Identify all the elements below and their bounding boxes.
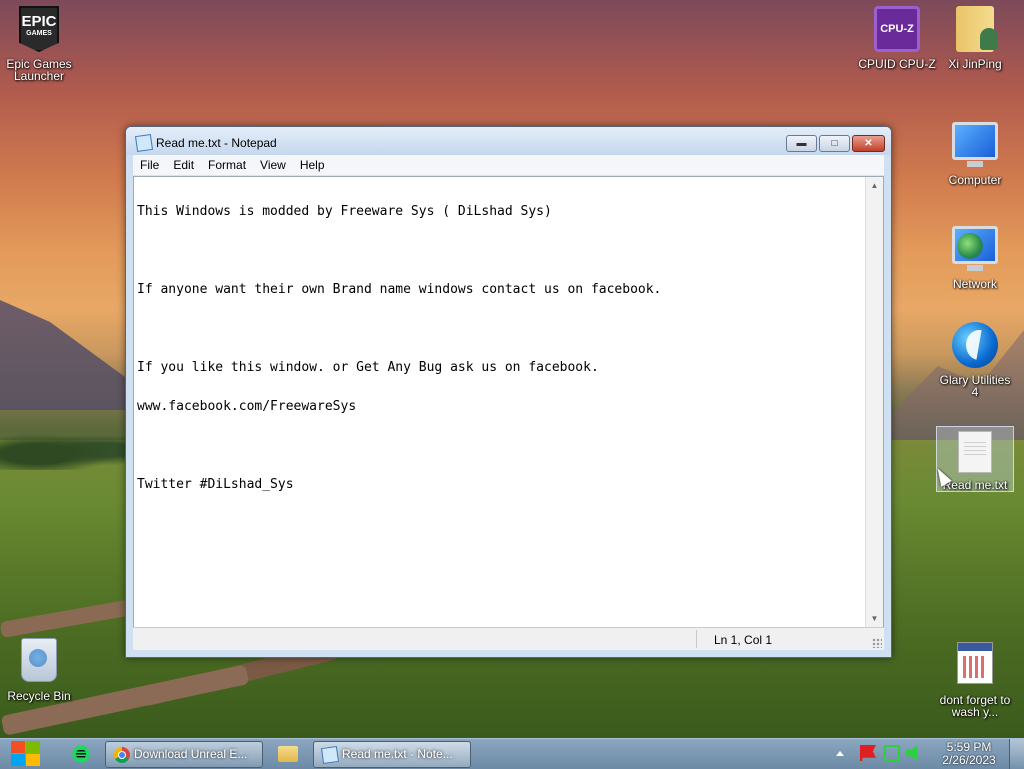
computer-icon	[952, 122, 998, 167]
maximize-icon: □	[831, 138, 838, 149]
notepad-icon	[320, 745, 340, 765]
desktop-icon-computer[interactable]: Computer	[936, 116, 1014, 186]
close-button[interactable]: ✕	[852, 135, 885, 152]
show-desktop-button[interactable]	[1009, 739, 1024, 769]
cursor-position: Ln 1, Col 1	[714, 633, 773, 647]
desktop-icon-glary-utilities[interactable]: Glary Utilities 4	[936, 322, 1014, 398]
volume-icon[interactable]	[906, 745, 918, 761]
minimize-button[interactable]: ▬	[786, 135, 817, 152]
taskbar-item-label: Read me.txt - Note...	[342, 747, 453, 761]
minimize-icon: ▬	[796, 138, 807, 149]
text-line: www.facebook.com/FreewareSys	[137, 399, 357, 414]
text-editor[interactable]: This Windows is modded by Freeware Sys (…	[133, 176, 884, 628]
desktop-icon-label: CPUID CPU-Z	[858, 57, 936, 71]
desktop-icon-epic-games[interactable]: EPIC GAMES Epic Games Launcher	[0, 6, 78, 82]
notepad-icon	[134, 133, 154, 153]
system-clock[interactable]: 5:59 PM 2/26/2023	[930, 741, 1008, 767]
desktop-icon-label: Xi JinPing	[948, 57, 1002, 71]
menu-view[interactable]: View	[253, 155, 293, 173]
desktop-icon-dont-forget[interactable]: dont forget to wash y...	[936, 638, 1014, 718]
taskbar: Download Unreal E... Read me.txt - Note.…	[0, 738, 1024, 769]
text-line: Twitter #DiLshad_Sys	[137, 477, 294, 492]
status-divider	[696, 630, 697, 648]
desktop-icon-label: Computer	[948, 173, 1002, 187]
windows-logo-icon	[26, 754, 40, 766]
menu-edit[interactable]: Edit	[166, 155, 201, 173]
maximize-button[interactable]: □	[819, 135, 850, 152]
user-folder-icon	[956, 6, 998, 52]
desktop-icon-xi-jinping[interactable]: Xi JinPing	[936, 6, 1014, 70]
desktop-icon-network[interactable]: Network	[936, 220, 1014, 290]
clock-date: 2/26/2023	[942, 753, 996, 767]
windows-logo-icon	[11, 741, 25, 753]
desktop-icon-cpuz[interactable]: CPU-Z CPUID CPU-Z	[858, 6, 936, 70]
menu-file[interactable]: File	[133, 155, 166, 173]
show-hidden-icons-icon[interactable]	[836, 751, 844, 756]
close-icon: ✕	[864, 138, 873, 149]
menu-bar: File Edit Format View Help	[133, 155, 884, 176]
text-line: If anyone want their own Brand name wind…	[137, 282, 662, 297]
wallpaper-trees	[0, 430, 125, 470]
taskbar-item-label: Download Unreal E...	[134, 747, 248, 761]
epic-games-icon: EPIC GAMES	[19, 6, 59, 52]
desktop-icon-label: Glary Utilities 4	[939, 373, 1011, 399]
scroll-up-arrow-icon[interactable]: ▲	[866, 177, 883, 194]
text-line	[137, 439, 863, 452]
title-bar[interactable]: Read me.txt - Notepad ▬ □ ✕	[126, 127, 891, 155]
file-explorer-icon[interactable]	[278, 746, 298, 762]
vertical-scrollbar[interactable]: ▲ ▼	[865, 177, 883, 627]
taskbar-item-notepad[interactable]: Read me.txt - Note...	[313, 741, 471, 768]
scroll-down-arrow-icon[interactable]: ▼	[866, 610, 883, 627]
epic-logo-subtext: GAMES	[26, 30, 52, 37]
text-line: This Windows is modded by Freeware Sys (…	[137, 204, 552, 219]
text-file-icon	[958, 431, 992, 473]
desktop-icon-recycle-bin[interactable]: Recycle Bin	[0, 636, 78, 702]
notepad-window: Read me.txt - Notepad ▬ □ ✕ File Edit Form…	[125, 126, 892, 658]
epic-logo-text: EPIC	[21, 13, 57, 30]
resize-grip[interactable]	[872, 638, 882, 648]
calendar-file-icon	[957, 642, 993, 684]
windows-logo-icon	[26, 741, 40, 753]
windows-logo-icon	[11, 754, 25, 766]
desktop-icon-label: dont forget to wash y...	[939, 693, 1011, 719]
recycle-bin-icon	[21, 638, 57, 682]
text-line: If you like this window. or Get Any Bug …	[137, 360, 599, 375]
action-center-flag-icon[interactable]	[860, 745, 876, 761]
wallpaper-mountain	[0, 300, 125, 410]
text-line	[137, 244, 863, 257]
desktop-icon-label: Epic Games Launcher	[6, 57, 72, 83]
glary-utilities-icon	[952, 322, 998, 368]
desktop-icon-label: Network	[952, 277, 997, 291]
desktop: EPIC GAMES Epic Games Launcher Recycle Bi…	[0, 0, 1024, 738]
menu-format[interactable]: Format	[201, 155, 253, 173]
network-icon	[952, 226, 998, 271]
start-button[interactable]	[10, 739, 44, 769]
spotify-icon[interactable]	[70, 743, 92, 765]
window-title: Read me.txt - Notepad	[156, 136, 277, 150]
editor-text[interactable]: This Windows is modded by Freeware Sys (…	[137, 179, 863, 517]
globe-icon	[957, 233, 983, 259]
network-tray-icon[interactable]	[884, 745, 900, 761]
cpuz-icon: CPU-Z	[874, 6, 920, 52]
menu-help[interactable]: Help	[293, 155, 332, 173]
status-bar: Ln 1, Col 1	[133, 627, 884, 650]
text-line	[137, 322, 863, 335]
taskbar-item-chrome[interactable]: Download Unreal E...	[105, 741, 263, 768]
desktop-icon-label: Recycle Bin	[7, 689, 71, 703]
chrome-icon	[114, 747, 130, 763]
